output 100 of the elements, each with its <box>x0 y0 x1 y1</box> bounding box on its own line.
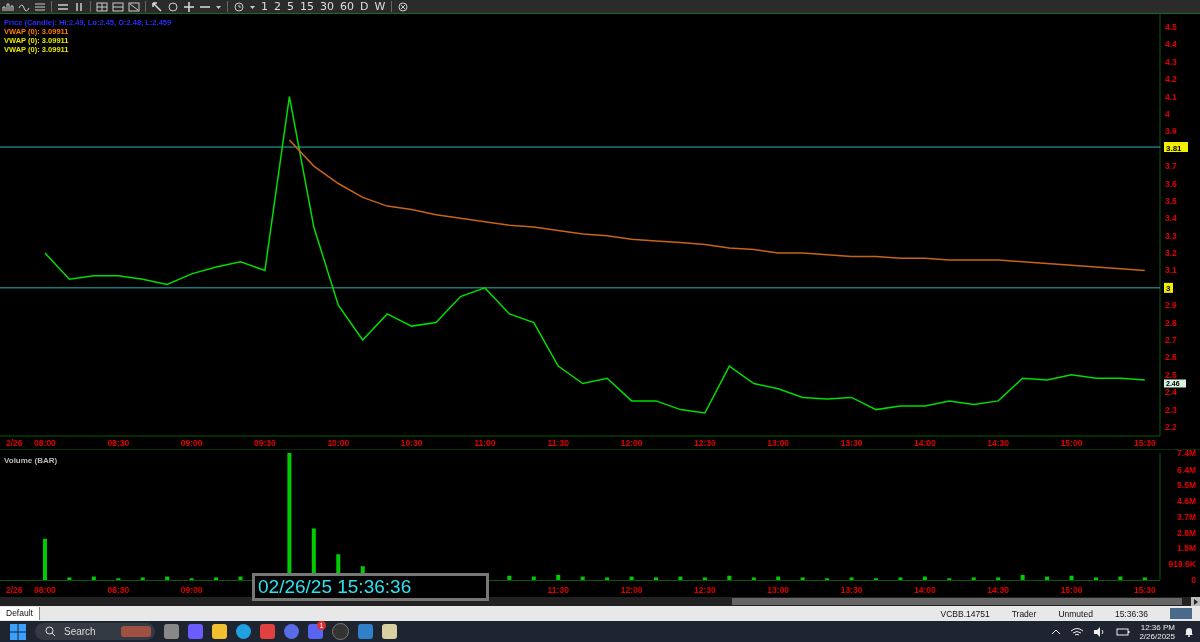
time-label: 11:30 <box>547 585 569 595</box>
axis-label: 3.4 <box>1165 213 1177 224</box>
time-label: 08:00 <box>34 585 56 595</box>
axis-label: 2.7 <box>1165 335 1177 345</box>
list-icon[interactable] <box>32 0 48 13</box>
volume-title: Volume (BAR) <box>4 456 58 465</box>
volume-bar <box>91 576 96 580</box>
axis-label: 3.6 <box>1165 178 1177 189</box>
clock-icon[interactable] <box>231 0 247 13</box>
axis-label: 3.9 <box>1165 126 1177 137</box>
time-label: 15:00 <box>1060 585 1083 595</box>
time-label: 10:00 <box>327 438 350 448</box>
volume-bar <box>1118 576 1123 580</box>
volume-bar <box>776 576 781 580</box>
chevron-up-icon[interactable] <box>1051 628 1062 635</box>
interval-button[interactable]: 1 <box>258 0 271 13</box>
volume-bar <box>654 577 658 580</box>
time-label: 09:30 <box>254 438 276 448</box>
axis-label: 5.5M <box>1177 480 1196 491</box>
time-label: 15:30 <box>1133 438 1156 448</box>
volume-bar <box>140 577 145 580</box>
axis-label: 3.2 <box>1165 248 1177 259</box>
price-level-tag: 3 <box>1164 282 1173 294</box>
volume-bar <box>678 576 683 580</box>
time-label: 12:30 <box>694 438 716 448</box>
time-label: 15:00 <box>1060 438 1083 448</box>
axis-label: 2.8 <box>1165 317 1177 328</box>
volume-bar <box>800 577 805 580</box>
mode-label: Trader <box>1011 608 1037 619</box>
axis-label: 2.4 <box>1165 387 1177 398</box>
volume-bar <box>605 577 610 580</box>
taskbar-clock[interactable]: 12:36 PM 2/26/2025 <box>1139 622 1175 641</box>
volume-bar <box>580 576 585 580</box>
time-label: 12:00 <box>620 585 643 595</box>
axis-label: 3.7M <box>1177 511 1196 522</box>
app-icon[interactable] <box>332 623 349 640</box>
volume-bar <box>507 575 512 580</box>
volume-bar <box>1020 574 1025 580</box>
time-label: 14:00 <box>914 438 936 448</box>
axis-label: 2.5 <box>1165 369 1177 380</box>
battery-icon[interactable] <box>1116 626 1131 637</box>
time-label: 08:00 <box>34 438 56 448</box>
interval-button[interactable]: D <box>357 0 372 13</box>
time-label: 09:00 <box>180 585 203 595</box>
axis-label: 4.1 <box>1165 91 1177 102</box>
interval-button[interactable]: W <box>371 0 389 13</box>
grid-icon[interactable] <box>94 0 110 13</box>
time-label: 10:30 <box>400 438 423 448</box>
volume-bar <box>996 577 1001 580</box>
axis-label: 919.6K <box>1168 559 1196 570</box>
search-icon <box>45 626 56 637</box>
account-label: VCBB.14751 <box>940 608 990 619</box>
axis-label: 6.4M <box>1177 464 1196 475</box>
axis-label: 4.2 <box>1165 74 1177 85</box>
axis-label: 3.7 <box>1165 161 1177 172</box>
split-icon[interactable] <box>110 0 126 13</box>
volume-bar <box>727 575 732 580</box>
volume-bar <box>1093 577 1098 580</box>
windows-logo-icon[interactable] <box>10 623 26 640</box>
volume-bar <box>67 577 72 580</box>
time-label: 13:00 <box>767 438 790 448</box>
volume-bar <box>1142 577 1147 580</box>
axis-label: 1.8M <box>1177 543 1196 554</box>
time-label: 12:00 <box>620 438 643 448</box>
clock-label: 15:36:36 <box>1114 608 1148 619</box>
interval-button[interactable]: 2 <box>271 0 284 13</box>
axis-label: 4.5 <box>1165 22 1177 33</box>
search-field[interactable]: Search <box>35 623 155 640</box>
scrollbar-thumb[interactable] <box>732 598 1182 605</box>
volume-bar <box>1069 575 1074 580</box>
date-label: 2/26 <box>6 438 23 448</box>
volume-bar <box>238 576 243 580</box>
time-label: 08:30 <box>107 585 130 595</box>
wifi-icon[interactable] <box>1070 626 1085 637</box>
chart-style-icon[interactable] <box>0 0 16 13</box>
scroll-right-icon[interactable] <box>1191 597 1200 606</box>
crosshair-icon[interactable] <box>181 0 197 13</box>
volume-bar <box>702 577 707 580</box>
sound-label: Unmuted <box>1058 608 1093 619</box>
interval-button[interactable]: 5 <box>284 0 297 13</box>
layout-tab[interactable]: Default <box>0 607 40 620</box>
price-level-tag: 3.81 <box>1164 142 1188 153</box>
axis-label: 4.4 <box>1165 39 1177 50</box>
axis-label: 0 <box>1191 575 1196 585</box>
volume-bar <box>531 576 536 580</box>
bell-icon[interactable] <box>1184 626 1194 637</box>
volume-bar <box>922 576 927 580</box>
time-label: 13:30 <box>840 585 863 595</box>
axis-label: 3.3 <box>1165 230 1177 241</box>
axis-label: 2.6 <box>1165 352 1177 363</box>
axis-label: 2.8M <box>1177 527 1196 538</box>
interval-button[interactable]: 60 <box>337 0 357 13</box>
time-label: 14:30 <box>987 438 1010 448</box>
time-label: 08:30 <box>107 438 130 448</box>
interval-button[interactable]: 30 <box>317 0 337 13</box>
volume-bar <box>1045 576 1050 580</box>
volume-bar <box>42 538 47 580</box>
interval-button[interactable]: 15 <box>297 0 317 13</box>
axis-label: 4.3 <box>1165 56 1177 67</box>
volume-bar <box>751 577 756 580</box>
